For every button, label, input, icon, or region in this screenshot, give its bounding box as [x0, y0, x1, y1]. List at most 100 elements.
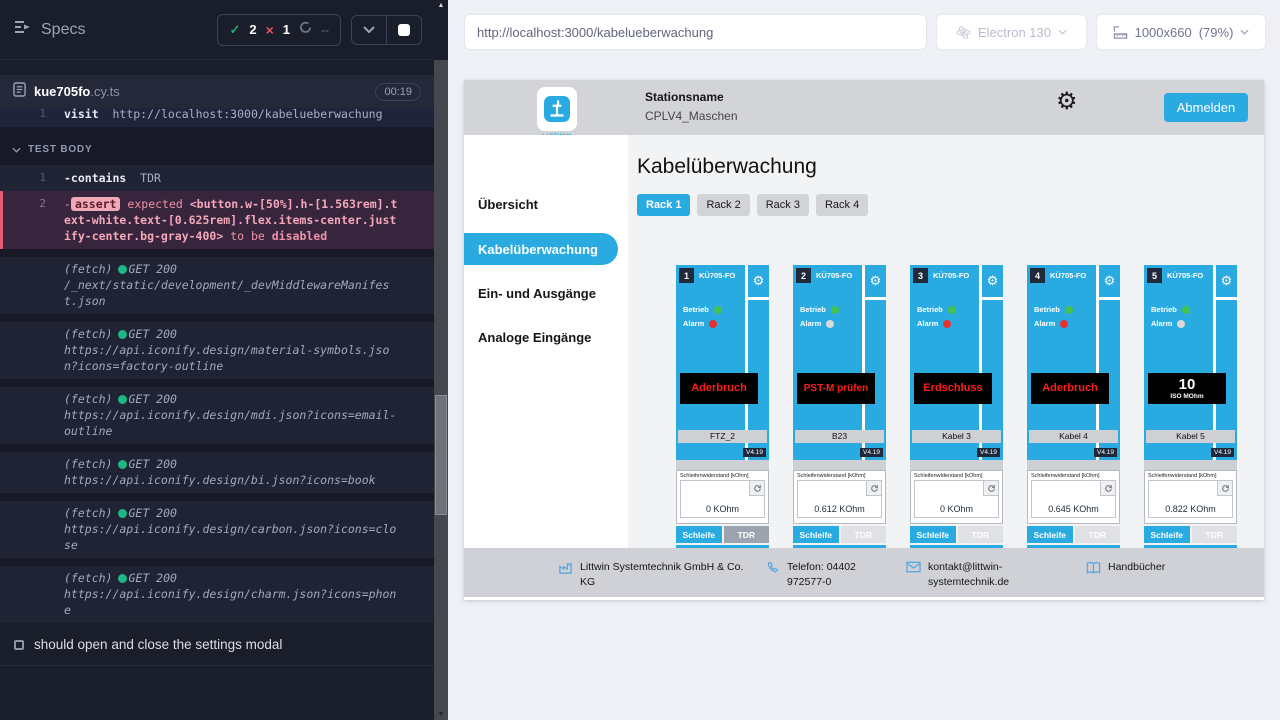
resistance-value: 0 KOhm — [915, 504, 998, 514]
schleife-button[interactable]: Schleife — [910, 526, 956, 543]
device-panel-1: ⚙ 1KÜ705-FO Betrieb Alarm Aderbruch FTZ_… — [676, 265, 769, 548]
command-visit[interactable]: 1 visit http://localhost:3000/kabelueber… — [0, 108, 434, 127]
cable-name: B23 — [795, 430, 884, 443]
panel-model: KÜ705-FO — [816, 271, 852, 280]
status-ok-dot — [118, 509, 127, 518]
url-input[interactable]: http://localhost:3000/kabelueberwachung — [464, 14, 927, 50]
resistance-label: Schleifenwiderstand [kOhm] — [1148, 473, 1233, 479]
collapse-chevron-icon[interactable] — [352, 16, 386, 44]
footer-manuals[interactable]: Handbücher — [1086, 560, 1165, 575]
tab-rack-1[interactable]: Rack 1 — [637, 194, 690, 216]
scrollbar-track[interactable] — [434, 60, 448, 720]
schleife-button[interactable]: Schleife — [1027, 526, 1073, 543]
page-title: Kabelüberwachung — [637, 155, 817, 179]
pending-test-title: should open and close the settings modal — [34, 637, 282, 652]
passed-icon: ✓ — [229, 22, 240, 38]
tdr-button[interactable]: TDR — [1192, 526, 1238, 543]
spec-file-row[interactable]: kue705fo .cy.ts 00:19 — [0, 75, 434, 108]
scroll-down-icon[interactable]: ▼ — [434, 711, 448, 718]
refresh-button[interactable] — [1217, 481, 1232, 496]
fetch-log-row[interactable]: (fetch)GET 200https://api.iconify.design… — [0, 387, 434, 444]
schleife-button[interactable]: Schleife — [793, 526, 839, 543]
spec-file-icon — [13, 82, 26, 102]
command-contains[interactable]: 1 -contains TDR — [0, 165, 434, 191]
scrollbar-thumb[interactable] — [435, 395, 447, 515]
stop-icon — [398, 24, 410, 36]
command-assert-failed[interactable]: 2 -assert expected <button.w-[50%].h-[1.… — [0, 191, 434, 249]
betrieb-label: Betrieb — [683, 305, 709, 314]
viewport-size: 1000x660 — [1135, 25, 1192, 40]
reporter-header: Specs ✓ 2 × 1 -- — [0, 0, 434, 60]
browser-selector[interactable]: Electron 130 — [936, 14, 1087, 50]
refresh-button[interactable] — [749, 481, 764, 496]
runner-url-bar: http://localhost:3000/kabelueberwachung … — [448, 0, 1280, 50]
sidebar-item-ein-und-ausgaenge[interactable]: Ein- und Ausgänge — [478, 286, 596, 301]
spec-duration-badge: 00:19 — [375, 83, 421, 101]
panel-divider — [676, 460, 769, 470]
panel-gear-icon[interactable]: ⚙ — [1216, 265, 1237, 300]
sidebar-item-kabelueberwachung-active[interactable]: Kabelüberwachung — [464, 233, 618, 265]
panel-divider — [910, 460, 1003, 470]
spec-file-ext: .cy.ts — [90, 84, 119, 99]
tab-rack-4[interactable]: Rack 4 — [816, 194, 868, 216]
sidebar-item-uebersicht[interactable]: Übersicht — [478, 197, 538, 212]
logout-button[interactable]: Abmelden — [1164, 93, 1248, 122]
panel-gear-icon[interactable]: ⚙ — [982, 265, 1003, 300]
panel-gear-icon[interactable]: ⚙ — [1099, 265, 1120, 300]
station-info: Stationsname CPLV4_Maschen — [645, 90, 738, 123]
resistance-value: 0 KOhm — [681, 504, 764, 514]
device-panel-3: ⚙ 3KÜ705-FO Betrieb Alarm Erdschluss Kab… — [910, 265, 1003, 548]
fetch-log-row[interactable]: (fetch)GET 200https://api.iconify.design… — [0, 452, 434, 493]
betrieb-label: Betrieb — [1034, 305, 1060, 314]
refresh-button[interactable] — [866, 481, 881, 496]
refresh-button[interactable] — [1100, 481, 1115, 496]
stop-button[interactable] — [386, 16, 421, 44]
fetch-log-row[interactable]: (fetch)GET 200/_next/static/development/… — [0, 257, 434, 314]
section-chevron-icon — [12, 147, 21, 153]
panel-gear-icon[interactable]: ⚙ — [748, 265, 769, 300]
betrieb-led — [831, 306, 839, 314]
resistance-box: 0.822 KOhm — [1148, 480, 1233, 518]
resistance-label: Schleifenwiderstand [kOhm] — [1031, 473, 1116, 479]
schleife-button[interactable]: Schleife — [1144, 526, 1190, 543]
footer-phone[interactable]: Telefon: 04402 972577-0 — [766, 560, 896, 590]
fetch-log-row[interactable]: (fetch)GET 200https://api.iconify.design… — [0, 566, 434, 623]
fetch-log-row[interactable]: (fetch)GET 200https://api.iconify.design… — [0, 501, 434, 558]
tdr-button[interactable]: TDR — [958, 526, 1004, 543]
test-body-section[interactable]: TEST BODY — [12, 144, 434, 155]
fetch-url: /_next/static/development/_devMiddleware… — [64, 278, 389, 308]
settings-gear-icon[interactable]: ⚙ — [1056, 90, 1078, 114]
tab-rack-3[interactable]: Rack 3 — [757, 194, 809, 216]
cable-name: Kabel 4 — [1029, 430, 1118, 443]
tdr-button[interactable]: TDR — [1075, 526, 1121, 543]
tdr-button[interactable]: TDR — [841, 526, 887, 543]
phone-icon — [766, 561, 780, 575]
betrieb-label: Betrieb — [917, 305, 943, 314]
alarm-led — [943, 320, 951, 328]
panel-gear-icon[interactable]: ⚙ — [865, 265, 886, 300]
station-label: Stationsname — [645, 90, 738, 104]
footer-email[interactable]: kontakt@littwin-systemtechnik.de — [906, 560, 1056, 590]
status-display: PST-M prüfen — [797, 373, 875, 404]
cable-name: Kabel 5 — [1146, 430, 1235, 443]
book-icon — [1086, 561, 1101, 575]
scroll-up-icon[interactable]: ▲ — [434, 2, 448, 9]
email-icon — [906, 561, 921, 573]
fetch-url: https://api.iconify.design/mdi.json?icon… — [64, 408, 396, 438]
tab-rack-2[interactable]: Rack 2 — [697, 194, 749, 216]
contains-arg: TDR — [140, 171, 161, 185]
station-value: CPLV4_Maschen — [645, 109, 738, 123]
fetch-log-row[interactable]: (fetch)GET 200https://api.iconify.design… — [0, 322, 434, 379]
pending-test-row[interactable]: should open and close the settings modal — [14, 637, 434, 652]
schleife-button[interactable]: Schleife — [676, 526, 722, 543]
specs-list-icon[interactable] — [12, 17, 32, 42]
sidebar-item-analoge-eingaenge[interactable]: Analoge Eingänge — [478, 330, 591, 345]
betrieb-led — [714, 306, 722, 314]
passed-count: 2 — [249, 22, 256, 37]
rack-tabs: Rack 1 Rack 2 Rack 3 Rack 4 — [637, 194, 868, 216]
firmware-version: V4.19 — [860, 448, 883, 457]
refresh-button[interactable] — [983, 481, 998, 496]
tdr-button[interactable]: TDR — [724, 526, 770, 543]
firmware-version: V4.19 — [1094, 448, 1117, 457]
viewport-selector[interactable]: 1000x660 (79%) — [1096, 14, 1266, 50]
